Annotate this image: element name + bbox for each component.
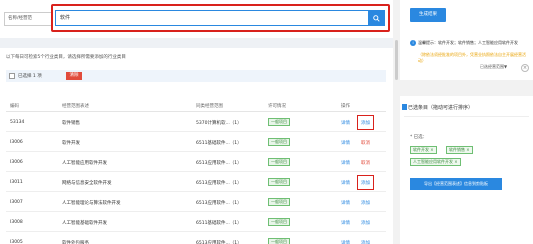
chip-software-sales[interactable]: 软件销售 × xyxy=(446,146,473,154)
scrollbar-thumb[interactable] xyxy=(395,40,398,80)
license-tag: 一般项目 xyxy=(268,178,290,186)
row-code: I3011 xyxy=(10,180,23,185)
license-tag: 一般项目 xyxy=(268,238,290,244)
row-name: 人工智能应用软件开发 xyxy=(62,161,107,166)
search-input[interactable]: 软件 xyxy=(55,10,385,26)
table-row: I3005 软件外包服务 6513应用软件...（1） 一般项目 详情 添加 xyxy=(6,232,386,244)
table-row: I3006 人工智能应用软件开发 6513应用软件...（1） 一般项目 详情 取消 xyxy=(6,152,386,172)
detail-link[interactable]: 详情 xyxy=(341,220,350,226)
chip-software-dev[interactable]: 软件开发 × xyxy=(410,146,437,154)
license-tag: 一般项目 xyxy=(268,158,290,166)
notice-text: 以下每日可检索5个行业类目，请选择所需要添加的行业类目 xyxy=(6,55,126,60)
row-name: 网络与信息安全软件开发 xyxy=(62,181,112,186)
row-code: I3005 xyxy=(10,240,23,244)
col-action: 操作 xyxy=(341,104,350,109)
row-similar[interactable]: 6513应用软件...（1） xyxy=(196,200,242,206)
row-code: I3007 xyxy=(10,200,23,205)
table-row: I3008 人工智能基础软件开发 6511基础软件...（1） 一般项目 详情 添加 xyxy=(6,212,386,232)
section-divider xyxy=(0,38,393,48)
result-card: 生成结果 i 温馨提示：软件开发；软件销售；人工智能应用软件开发 （除依法须经批… xyxy=(400,0,533,80)
search-area: 名称/经营范 软件 xyxy=(0,0,393,38)
detail-link[interactable]: 详情 xyxy=(341,200,350,206)
add-button[interactable]: 添加 xyxy=(361,200,370,206)
add-button[interactable]: 添加 xyxy=(361,220,370,226)
row-name: 软件外包服务 xyxy=(62,241,89,244)
card-divider xyxy=(404,116,529,117)
search-scope-select[interactable]: 名称/经营范 xyxy=(4,12,52,26)
row-similar[interactable]: 6511基础软件...（1） xyxy=(196,140,242,146)
highlight-box xyxy=(357,115,374,130)
chosen-label: * 已选： xyxy=(410,135,428,140)
search-button[interactable] xyxy=(368,11,384,25)
detail-link[interactable]: 详情 xyxy=(341,140,350,146)
license-tag: 一般项目 xyxy=(268,198,290,206)
selected-items-card: 已选条目（拖动可进行排序） * 已选： 软件开发 × 软件销售 × 人工智能应用… xyxy=(400,96,533,244)
row-name: 人工智能基础软件开发 xyxy=(62,221,107,226)
export-clipboard-button[interactable]: 导出【经营范围表述】信息到剪贴板 xyxy=(410,178,502,190)
main-scrollbar[interactable] xyxy=(393,0,400,244)
detail-link[interactable]: 详情 xyxy=(341,120,350,126)
col-similar: 同类经营范围 xyxy=(196,104,223,109)
row-similar[interactable]: 6513应用软件...（1） xyxy=(196,180,242,186)
search-highlight-frame: 软件 xyxy=(51,4,390,32)
select-all-checkbox[interactable] xyxy=(9,73,15,79)
close-icon[interactable]: × xyxy=(521,64,529,72)
selection-bar: 已选择 1 项 清除 xyxy=(6,70,386,82)
highlight-box xyxy=(357,175,374,190)
row-code: 53134 xyxy=(10,120,25,125)
detail-link[interactable]: 详情 xyxy=(341,240,350,244)
result-main-text: 温馨提示：软件开发；软件销售；人工智能应用软件开发 xyxy=(418,40,518,45)
table-row: I3007 人工智能理论与算法软件开发 6513应用软件...（1） 一般项目 详情 添加 xyxy=(6,192,386,212)
table-row: I3006 软件开发 6511基础软件...（1） 一般项目 详情 取消 xyxy=(6,132,386,152)
remove-button[interactable]: 取消 xyxy=(361,140,370,146)
selection-count: 已选择 1 项 xyxy=(18,74,42,79)
chip-ai-app-dev[interactable]: 人工智能应用软件开发 × xyxy=(410,158,461,166)
table-row: 53134 软件销售 5370计算机软...（1） 一般项目 详情 添加 xyxy=(6,112,386,132)
table-row: I3011 网络与信息安全软件开发 6513应用软件...（1） 一般项目 详情 添加 xyxy=(6,172,386,192)
row-name: 软件开发 xyxy=(62,141,80,146)
col-code: 编码 xyxy=(10,104,19,109)
generate-button[interactable]: 生成结果 xyxy=(410,8,446,22)
row-similar[interactable]: 6511基础软件...（1） xyxy=(196,220,242,226)
license-tag: 一般项目 xyxy=(268,118,290,126)
license-tag: 一般项目 xyxy=(268,218,290,226)
license-tag: 一般项目 xyxy=(268,138,290,146)
clear-selection-button[interactable]: 清除 xyxy=(66,72,82,80)
row-similar[interactable]: 6513应用软件...（1） xyxy=(196,240,242,244)
row-name: 人工智能理论与算法软件开发 xyxy=(62,201,121,206)
row-code: I3008 xyxy=(10,220,23,225)
detail-link[interactable]: 详情 xyxy=(341,160,350,166)
search-input-value: 软件 xyxy=(60,15,71,21)
row-name: 软件销售 xyxy=(62,121,80,126)
result-warning-text: （除依法须经批准的项目外，凭营业执照依法自主开展经营活动） xyxy=(418,52,526,63)
remove-button[interactable]: 取消 xyxy=(361,160,370,166)
col-license: 许可情况 xyxy=(268,104,286,109)
sidebar: 生成结果 i 温馨提示：软件开发；软件销售；人工智能应用软件开发 （除依法须经批… xyxy=(400,0,533,244)
result-dropdown-link[interactable]: 已选经营范围▼ xyxy=(480,64,507,70)
row-code: I3006 xyxy=(10,160,23,165)
selected-items-title: 已选条目（拖动可进行排序） xyxy=(408,105,474,111)
list-icon xyxy=(402,104,407,110)
detail-link[interactable]: 详情 xyxy=(341,180,350,186)
add-button[interactable]: 添加 xyxy=(361,240,370,244)
row-similar[interactable]: 6513应用软件...（1） xyxy=(196,160,242,166)
row-similar[interactable]: 5370计算机软...（1） xyxy=(196,120,242,126)
col-name: 经营范围表述 xyxy=(62,104,89,109)
main-panel: 名称/经营范 软件 以下每日可检索5个行业类目，请选择所需要添加的行业类目 已选… xyxy=(0,0,393,244)
row-code: I3006 xyxy=(10,140,23,145)
table-header: 编码 经营范围表述 同类经营范围 许可情况 操作 xyxy=(6,100,386,112)
info-icon: i xyxy=(410,40,416,46)
search-icon xyxy=(372,14,380,22)
